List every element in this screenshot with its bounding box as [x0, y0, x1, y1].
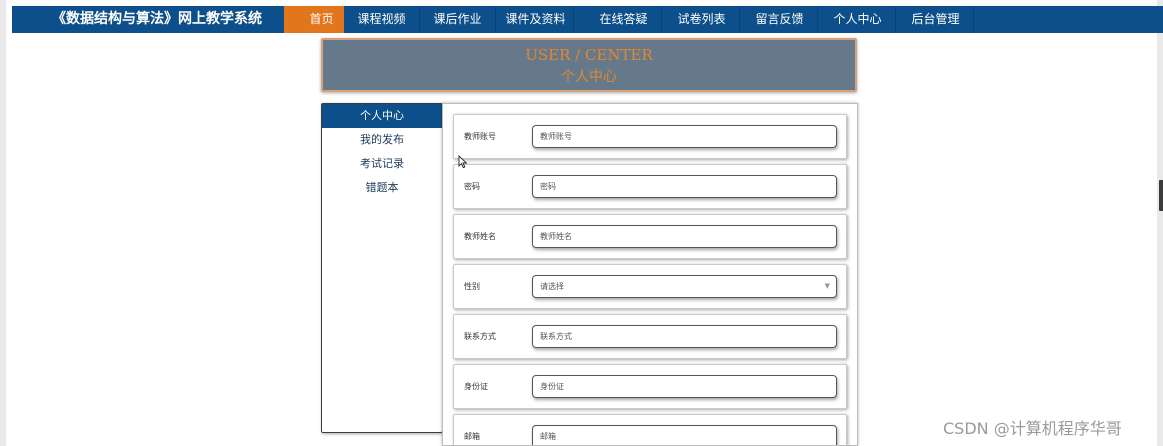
field-label: 密码	[464, 182, 480, 191]
field-label: 性别	[464, 282, 480, 291]
user-center-banner: USER / CENTER 个人中心	[321, 38, 857, 92]
password-input[interactable]: 密码	[532, 175, 837, 198]
side-item-exam-records[interactable]: 考试记录	[322, 152, 442, 176]
email-input[interactable]: 邮箱	[532, 425, 837, 445]
contact-input[interactable]: 联系方式	[532, 325, 837, 348]
form-row-id-card: 身份证 身份证	[453, 364, 847, 409]
id-card-input[interactable]: 身份证	[532, 375, 837, 398]
form-row-email: 邮箱 邮箱	[453, 414, 847, 445]
nav-online-qa[interactable]: 在线答疑	[586, 6, 662, 33]
nav-feedback[interactable]: 留言反馈	[742, 6, 818, 33]
browser-viewport: 《数据结构与算法》网上教学系统 首页 课程视频 课后作业 课件及资料 在线答疑 …	[0, 0, 1163, 446]
banner-title-cn: 个人中心	[561, 69, 617, 85]
top-navigation-bar: 《数据结构与算法》网上教学系统 首页 课程视频 课后作业 课件及资料 在线答疑 …	[12, 6, 1163, 33]
field-label: 联系方式	[464, 332, 496, 341]
form-row-gender: 性别 请选择 ▼	[453, 264, 847, 309]
side-item-wrong-questions[interactable]: 错题本	[322, 176, 442, 200]
mouse-pointer-icon	[458, 155, 468, 169]
nav-personal-center[interactable]: 个人中心	[820, 6, 896, 33]
field-label: 身份证	[464, 382, 488, 391]
nav-course-videos[interactable]: 课程视频	[344, 6, 420, 33]
page-scrollbar-thumb[interactable]	[1159, 180, 1163, 211]
form-row-contact: 联系方式 联系方式	[453, 314, 847, 359]
nav-homework[interactable]: 课后作业	[420, 6, 496, 33]
gender-select-value: 请选择	[540, 282, 564, 291]
field-label: 邮箱	[464, 432, 480, 441]
gender-select[interactable]: 请选择 ▼	[532, 275, 837, 298]
site-title: 《数据结构与算法》网上教学系统	[52, 11, 262, 27]
form-row-password: 密码 密码	[453, 164, 847, 209]
profile-form: 教师账号 教师账号 密码 密码 教师姓名 教师姓名 性别 请选择 ▼ 联系方式 …	[442, 103, 858, 446]
teacher-name-input[interactable]: 教师姓名	[532, 225, 837, 248]
form-row-teacher-account: 教师账号 教师账号	[453, 114, 847, 159]
field-label: 教师账号	[464, 132, 496, 141]
banner-title-en: USER / CENTER	[525, 46, 653, 64]
field-label: 教师姓名	[464, 232, 496, 241]
teacher-account-input[interactable]: 教师账号	[532, 125, 837, 148]
chevron-down-icon: ▼	[824, 282, 830, 290]
nav-exam-list[interactable]: 试卷列表	[664, 6, 740, 33]
form-row-teacher-name: 教师姓名 教师姓名	[453, 214, 847, 259]
side-menu: 个人中心 我的发布 考试记录 错题本	[321, 103, 443, 433]
nav-courseware[interactable]: 课件及资料	[498, 6, 574, 33]
nav-admin[interactable]: 后台管理	[898, 6, 974, 33]
side-item-personal-center[interactable]: 个人中心	[322, 104, 442, 128]
watermark-text: CSDN @计算机程序华哥	[943, 419, 1122, 438]
side-item-my-posts[interactable]: 我的发布	[322, 128, 442, 152]
